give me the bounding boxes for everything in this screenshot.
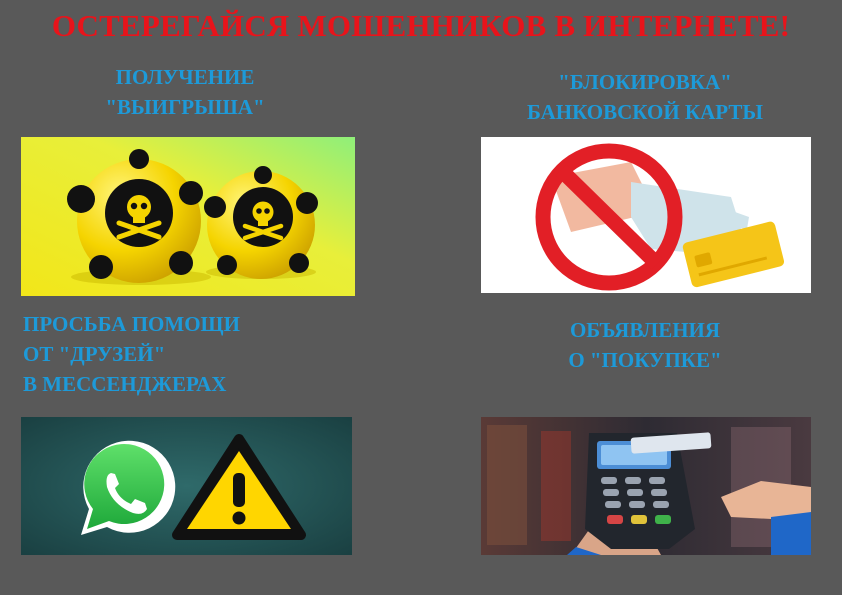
section-label-line: ПРОСЬБА ПОМОЩИ [23, 312, 240, 336]
section-label-line: ОБЪЯВЛЕНИЯ [569, 318, 721, 342]
poison-ball-icon [21, 137, 355, 296]
section-label-line: ОТ "ДРУЗЕЙ" [23, 342, 166, 366]
blocked-card-image [481, 137, 811, 293]
section-label-purchase: ОБЪЯВЛЕНИЯ О "ПОКУПКЕ" [530, 315, 760, 375]
section-label-card-block: "БЛОКИРОВКА" БАНКОВСКОЙ КАРТЫ [480, 67, 810, 127]
section-label-line: В МЕССЕНДЖЕРАХ [23, 372, 227, 396]
section-label-friends: ПРОСЬБА ПОМОЩИ ОТ "ДРУЗЕЙ" В МЕССЕНДЖЕРА… [23, 309, 303, 399]
messenger-warning-illustration [21, 417, 352, 555]
section-label-line: ПОЛУЧЕНИЕ [115, 65, 255, 89]
section-label-line: "БЛОКИРОВКА" [558, 70, 732, 94]
page-title: ОСТЕРЕГАЙСЯ МОШЕННИКОВ В ИНТЕРНЕТЕ! [51, 8, 791, 43]
payment-terminal-image [481, 417, 811, 555]
prohibited-card-icon [481, 137, 811, 293]
section-label-line: БАНКОВСКОЙ КАРТЫ [526, 100, 764, 124]
section-label-line: О "ПОКУПКЕ" [568, 348, 722, 372]
section-label-line: "ВЫИГРЫША" [105, 95, 265, 119]
section-label-winnings: ПОЛУЧЕНИЕ "ВЫИГРЫША" [60, 62, 310, 122]
messenger-warning-image [21, 417, 352, 555]
poison-ball-image [21, 137, 355, 296]
payment-terminal-photo [481, 417, 811, 555]
